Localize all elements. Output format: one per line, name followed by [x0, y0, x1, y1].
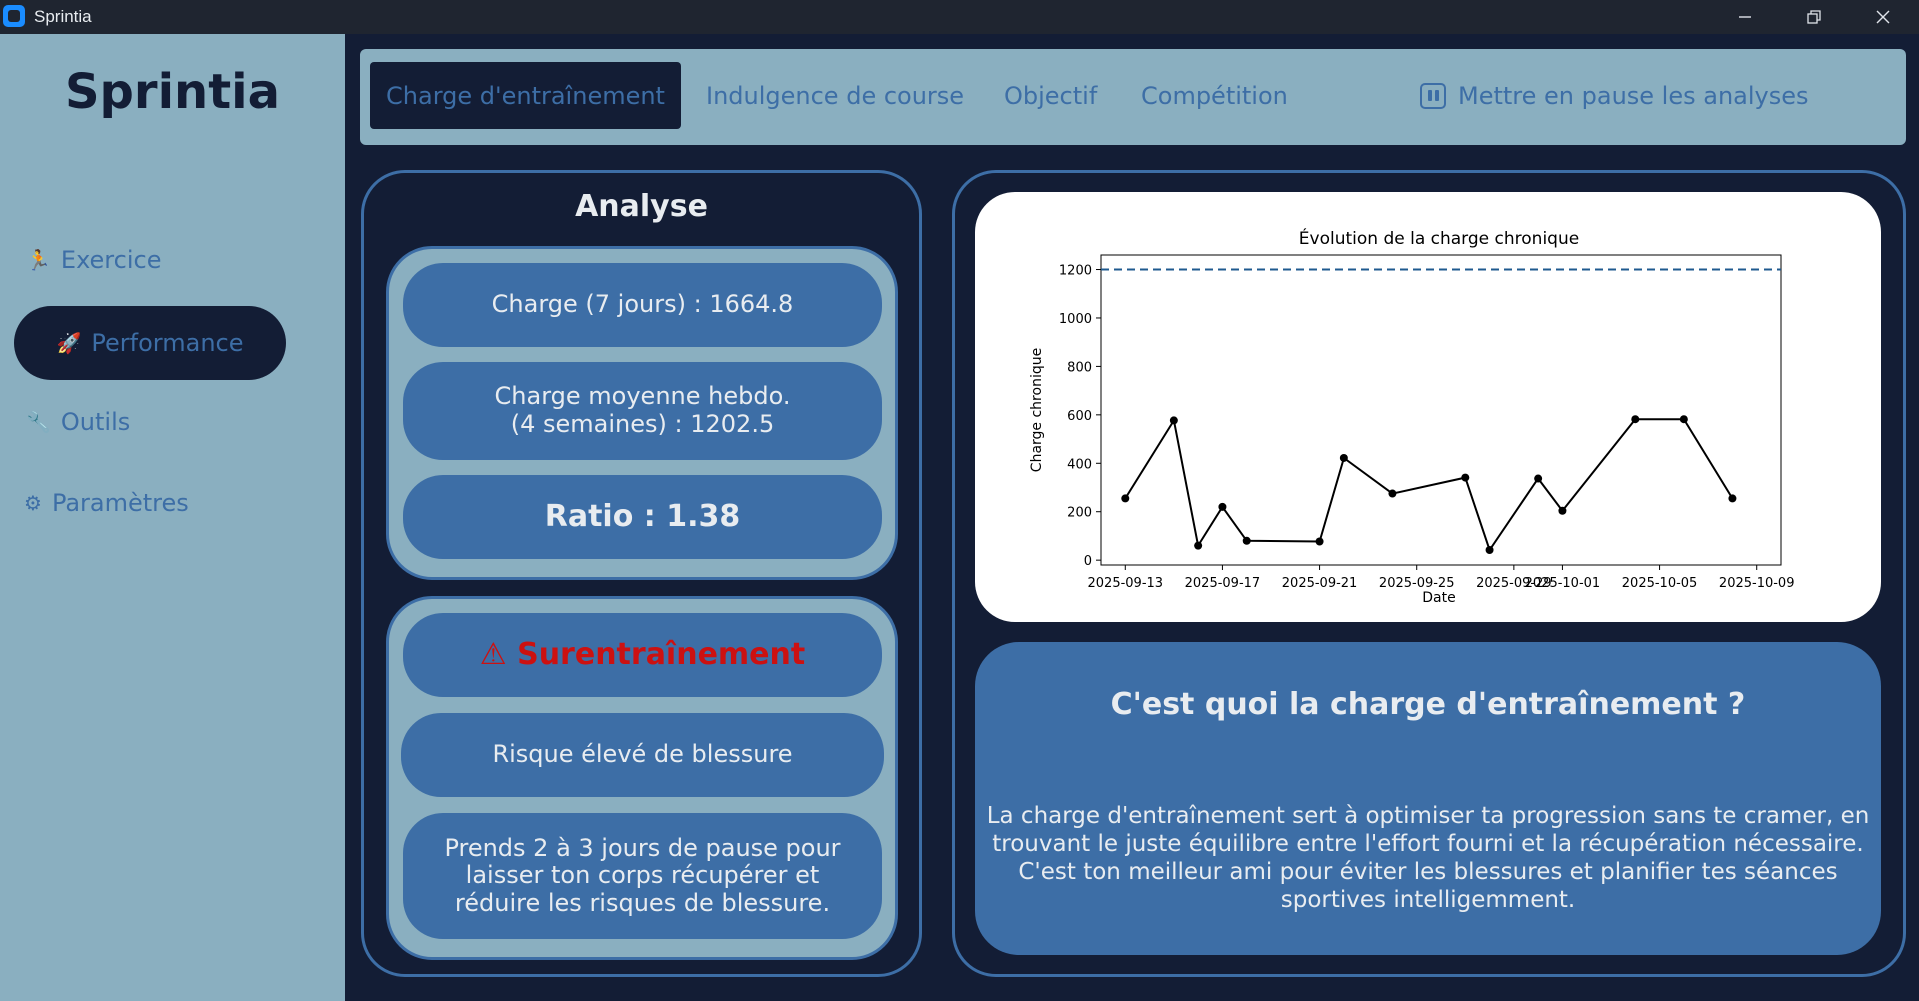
tab-charge-entrainement[interactable]: Charge d'entraînement — [370, 62, 681, 129]
minimize-icon — [1739, 16, 1751, 18]
chart-info-panel: Évolution de la charge chronique Date Ch… — [952, 170, 1906, 977]
pause-label: Mettre en pause les analyses — [1458, 81, 1809, 110]
data-point — [1315, 537, 1324, 546]
data-point — [1339, 453, 1348, 462]
y-tick-label: 400 — [1067, 457, 1092, 472]
data-point — [1121, 494, 1130, 503]
charge-metrics-group: Charge (7 jours) : 1664.8 Charge moyenne… — [386, 246, 898, 580]
analyse-panel: Analyse Charge (7 jours) : 1664.8 Charge… — [361, 170, 922, 977]
close-button[interactable] — [1848, 0, 1918, 34]
sidebar: Sprintia 🏃 Exercice 🚀 Performance 🔧 Outi… — [0, 34, 345, 1001]
sidebar-item-parametres[interactable]: ⚙ Paramètres — [24, 489, 189, 517]
ratio-value: Ratio : 1.38 — [403, 475, 882, 559]
data-point — [1461, 473, 1470, 482]
x-tick-label: 2025-10-09 — [1719, 576, 1795, 591]
charge-average-line2: (4 semaines) : 1202.5 — [510, 410, 775, 438]
brand-title: Sprintia — [64, 64, 280, 120]
x-tick-label: 2025-10-01 — [1525, 576, 1601, 591]
pause-icon — [1420, 82, 1446, 109]
y-tick-label: 1000 — [1059, 312, 1092, 327]
data-point — [1388, 489, 1397, 498]
tab-competition[interactable]: Compétition — [1141, 62, 1288, 129]
info-card: C'est quoi la charge d'entraînement ? La… — [975, 642, 1881, 955]
data-point — [1218, 502, 1227, 511]
sidebar-item-exercice[interactable]: 🏃 Exercice — [26, 246, 161, 274]
chart-ylabel: Charge chronique — [1029, 348, 1045, 472]
info-title: C'est quoi la charge d'entraînement ? — [1110, 687, 1746, 722]
data-point — [1169, 416, 1178, 425]
analyse-title: Analyse — [575, 189, 708, 224]
chart-title: Évolution de la charge chronique — [1299, 227, 1579, 249]
x-tick-label: 2025-09-25 — [1379, 576, 1455, 591]
wrench-icon: 🔧 — [26, 410, 51, 434]
title-bar: Sprintia — [0, 0, 1919, 34]
y-tick-label: 600 — [1067, 409, 1092, 424]
overtraining-alert: ⚠ Surentraînement — [403, 613, 882, 697]
sidebar-item-label: Paramètres — [51, 489, 189, 517]
gear-icon: ⚙ — [24, 491, 42, 515]
tab-bar: Charge d'entraînement Indulgence de cour… — [360, 49, 1906, 145]
plot-frame — [1100, 254, 1782, 566]
window-title: Sprintia — [34, 7, 92, 26]
sidebar-item-label: Performance — [91, 329, 244, 357]
data-point — [1558, 506, 1567, 515]
sidebar-item-label: Exercice — [60, 246, 162, 274]
data-point — [1728, 494, 1737, 503]
rocket-icon: 🚀 — [56, 331, 82, 355]
data-point — [1485, 545, 1494, 554]
restore-icon — [1807, 10, 1821, 24]
y-tick-label: 800 — [1067, 360, 1092, 375]
sidebar-item-label: Outils — [60, 408, 131, 436]
y-tick-label: 200 — [1067, 506, 1092, 521]
charge-average-line1: Charge moyenne hebdo. — [494, 382, 791, 411]
data-point — [1679, 415, 1688, 424]
charge-7-days: Charge (7 jours) : 1664.8 — [403, 263, 882, 347]
chronic-load-chart: Évolution de la charge chronique Date Ch… — [1029, 227, 1795, 606]
info-text: La charge d'entraînement sert à optimise… — [986, 803, 1870, 914]
maximize-button[interactable] — [1779, 0, 1849, 34]
x-tick-label: 2025-09-13 — [1088, 576, 1164, 591]
data-point — [1194, 541, 1203, 550]
x-tick-label: 2025-09-17 — [1185, 576, 1261, 591]
rest-advice: Prends 2 à 3 jours de pause pour laisser… — [403, 813, 882, 939]
tab-indulgence-course[interactable]: Indulgence de course — [706, 62, 964, 129]
data-point — [1631, 415, 1640, 424]
chart-card: Évolution de la charge chronique Date Ch… — [975, 192, 1881, 622]
sidebar-item-performance[interactable]: 🚀 Performance — [14, 306, 286, 380]
app-icon — [3, 5, 25, 27]
data-point — [1534, 474, 1543, 483]
pause-analyses-button[interactable]: Mettre en pause les analyses — [1420, 62, 1809, 129]
close-icon — [1876, 10, 1890, 24]
runner-icon: 🏃 — [26, 248, 51, 272]
sidebar-item-outils[interactable]: 🔧 Outils — [26, 408, 130, 436]
x-tick-label: 2025-10-05 — [1622, 576, 1698, 591]
charge-weekly-average: Charge moyenne hebdo. (4 semaines) : 120… — [403, 362, 882, 460]
x-tick-label: 2025-09-21 — [1282, 576, 1358, 591]
tab-objectif[interactable]: Objectif — [1004, 62, 1097, 129]
injury-risk: Risque élevé de blessure — [401, 713, 884, 797]
series-line — [1124, 417, 1734, 553]
data-point — [1242, 536, 1251, 545]
status-group: ⚠ Surentraînement Risque élevé de blessu… — [386, 596, 898, 960]
minimize-button[interactable] — [1710, 0, 1780, 34]
y-tick-label: 1200 — [1059, 264, 1092, 279]
y-tick-label: 0 — [1084, 554, 1092, 569]
chart-xlabel: Date — [1422, 590, 1455, 606]
